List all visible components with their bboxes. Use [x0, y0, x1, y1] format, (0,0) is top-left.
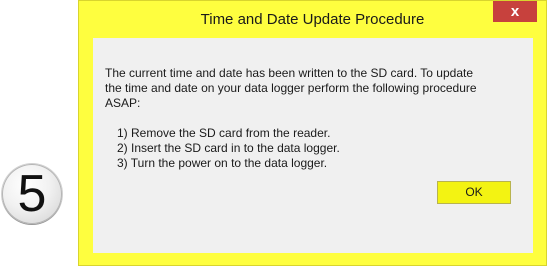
procedure-step: 2) Insert the SD card in to the data log… [117, 141, 340, 155]
close-icon: x [510, 3, 520, 20]
dialog-title: Time and Date Update Procedure [200, 11, 425, 28]
message-line: the time and date on your data logger pe… [105, 81, 477, 95]
step-number-badge: 5 [2, 164, 62, 224]
button-area [93, 202, 533, 253]
dialog-content: The current time and date has been writt… [93, 38, 533, 253]
message-dialog: Time and Date Update Procedure x The cur… [78, 0, 547, 266]
procedure-steps: 1) Remove the SD card from the reader. 2… [117, 126, 517, 171]
message-line: ASAP: [105, 96, 141, 110]
procedure-step: 1) Remove the SD card from the reader. [117, 126, 331, 140]
procedure-step: 3) Turn the power on to the data logger. [117, 156, 328, 170]
title-bar[interactable]: Time and Date Update Procedure x [79, 1, 546, 35]
message-line: The current time and date has been writt… [105, 66, 473, 80]
message-text: The current time and date has been writt… [105, 66, 525, 111]
close-button[interactable]: x [493, 1, 537, 22]
step-number: 5 [17, 165, 47, 223]
ok-button[interactable]: OK [437, 181, 511, 204]
